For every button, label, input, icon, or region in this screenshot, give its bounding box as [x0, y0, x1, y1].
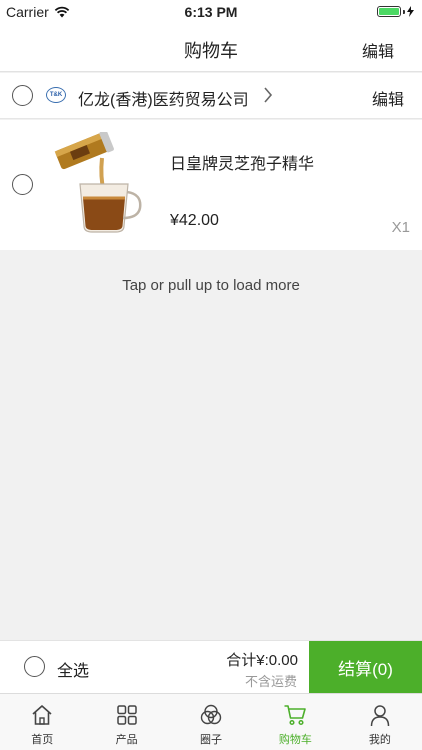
- battery-indicator: [377, 6, 414, 17]
- store-edit-button[interactable]: 编辑: [372, 86, 404, 110]
- tab-label: 购物车: [278, 734, 312, 746]
- grid-icon: [116, 705, 137, 725]
- tab-label: 圈子: [200, 734, 223, 746]
- tab-products[interactable]: 产品: [84, 694, 168, 750]
- product-image[interactable]: [50, 132, 154, 236]
- battery-nub: [403, 9, 405, 14]
- checkout-bar: 全选 合计¥:0.00 不含运费 结算(0): [0, 640, 422, 693]
- navigation-bar: 购物车 编辑: [0, 24, 422, 72]
- store-select-checkbox[interactable]: [12, 85, 33, 106]
- battery-level: [379, 8, 399, 15]
- product-quantity: X1: [391, 219, 410, 236]
- shipping-note: 不含运费: [244, 674, 297, 689]
- load-more-button[interactable]: Tap or pull up to load more: [0, 277, 422, 294]
- store-header: T&K 亿龙(香港)医药贸易公司 编辑: [0, 73, 422, 119]
- select-all-checkbox[interactable]: [24, 656, 45, 677]
- tab-cart[interactable]: 购物车: [253, 694, 337, 750]
- tab-label: 产品: [115, 734, 138, 746]
- product-name[interactable]: 日皇牌灵芝孢子精华: [170, 150, 314, 174]
- checkout-button[interactable]: 结算(0): [309, 641, 422, 693]
- tab-me[interactable]: 我的: [338, 694, 422, 750]
- battery-icon: [377, 6, 401, 17]
- select-all-label[interactable]: 全选: [57, 657, 89, 681]
- tab-label: 我的: [368, 734, 391, 746]
- tab-circles[interactable]: 圈子: [169, 694, 253, 750]
- person-icon: [370, 705, 390, 727]
- charging-bolt-icon: [407, 6, 414, 17]
- product-price: ¥42.00: [170, 212, 219, 229]
- total-amount: 合计¥:0.00: [226, 652, 298, 669]
- item-select-checkbox[interactable]: [12, 174, 33, 195]
- tab-home[interactable]: 首页: [0, 694, 84, 750]
- page-title: 购物车: [184, 41, 238, 61]
- tab-label: 首页: [31, 734, 54, 746]
- store-name-link[interactable]: 亿龙(香港)医药贸易公司: [78, 86, 249, 110]
- tab-bar: 首页 产品 圈子 购物车 我的: [0, 693, 422, 750]
- status-bar: Carrier 6:13 PM: [0, 0, 422, 24]
- circles-icon: [200, 704, 222, 725]
- cart-icon: [284, 705, 307, 726]
- edit-cart-button[interactable]: 编辑: [362, 38, 394, 62]
- store-logo: T&K: [46, 87, 66, 103]
- cart-item: 日皇牌灵芝孢子精华 ¥42.00 X1: [0, 120, 422, 250]
- clock: 6:13 PM: [184, 4, 238, 20]
- home-icon: [32, 705, 52, 725]
- chevron-right-icon[interactable]: [263, 86, 273, 104]
